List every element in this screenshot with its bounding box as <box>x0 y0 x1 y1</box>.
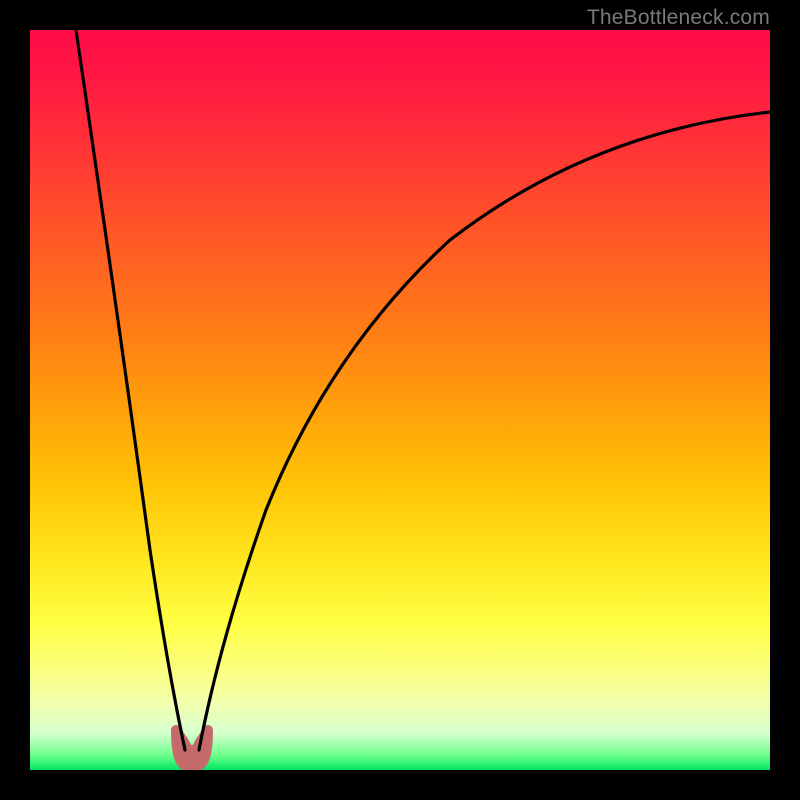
watermark-text: TheBottleneck.com <box>587 6 770 30</box>
curve-layer <box>30 30 770 770</box>
curve-left-branch <box>76 30 185 750</box>
gradient-plot-area <box>30 30 770 770</box>
outer-frame: TheBottleneck.com <box>0 0 800 800</box>
curve-right-branch <box>199 112 770 750</box>
